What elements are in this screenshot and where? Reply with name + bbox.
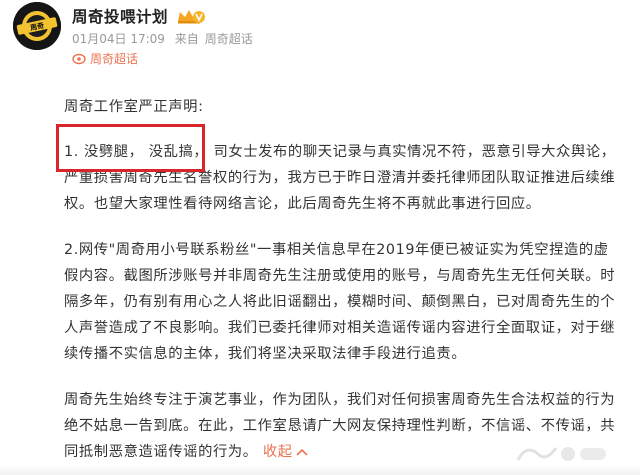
source-link[interactable]: 周奇超话	[205, 32, 253, 46]
bottom-fade	[0, 465, 640, 475]
post-header: 周奇 周奇投喂计划 01月04日 17:09 来自 周奇超话 周奇超话	[0, 0, 640, 78]
avatar-image: 周奇	[13, 2, 61, 50]
topic-tag[interactable]: 周奇超话	[72, 50, 138, 67]
statement-paragraph-1: 1. 没劈腿， 没乱搞， 司女士发布的聊天记录与真实情况不符，恶意引导大众舆论，…	[64, 144, 616, 212]
author-row: 周奇投喂计划	[72, 5, 206, 27]
chevron-up-icon	[296, 448, 308, 456]
source-prefix: 来自	[174, 32, 199, 46]
post-content: 周奇工作室严正声明: 1. 没劈腿， 没乱搞， 司女士发布的聊天记录与真实情况不…	[64, 94, 616, 465]
watermark-logo	[512, 438, 612, 468]
collapse-button[interactable]: 收起	[263, 444, 308, 460]
post-meta: 01月04日 17:09 来自 周奇超话	[72, 30, 259, 47]
crown-v-badge-icon[interactable]	[176, 8, 206, 24]
collapse-label: 收起	[262, 444, 293, 460]
topic-label: 周奇超话	[90, 52, 139, 66]
statement-heading: 周奇工作室严正声明:	[64, 99, 204, 115]
statement-paragraph-2: 2.网传"周奇用小号联系粉丝"一事相关信息早在2019年便已被证实为凭空捏造的虚…	[64, 242, 616, 362]
super-topic-icon	[72, 53, 86, 64]
post-date: 01月04日 17:09	[72, 32, 165, 46]
author-name[interactable]: 周奇投喂计划	[72, 5, 168, 27]
avatar[interactable]: 周奇	[13, 2, 61, 50]
